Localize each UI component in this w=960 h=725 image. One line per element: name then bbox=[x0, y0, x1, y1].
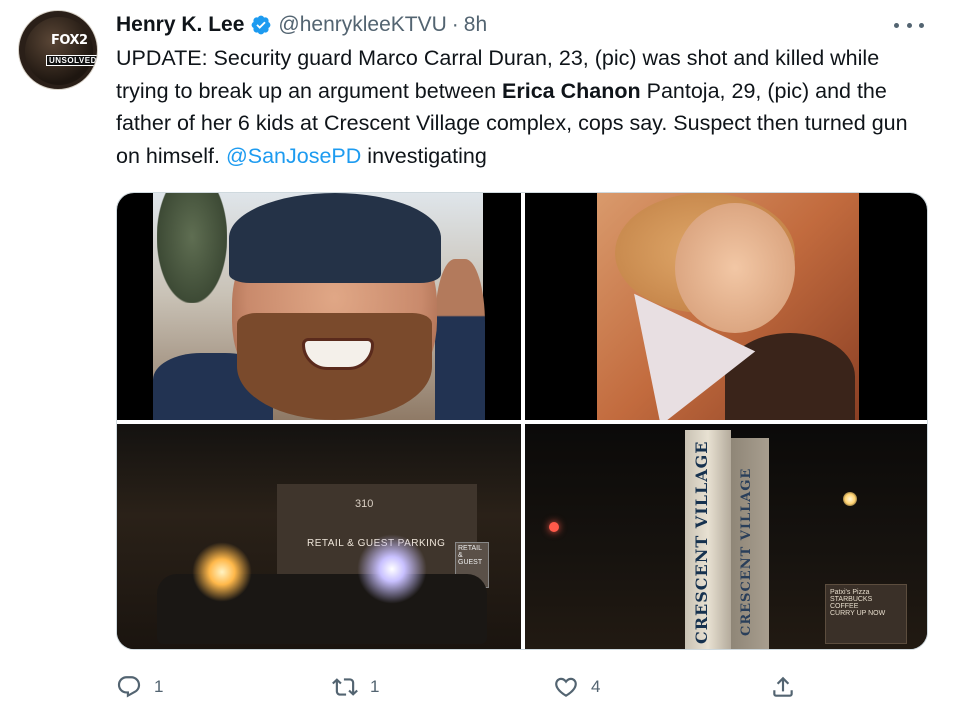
tweet-text-bold: Erica Chanon bbox=[502, 78, 641, 103]
verified-badge-icon bbox=[251, 15, 271, 35]
store-name: Patxi's Pizza bbox=[830, 589, 870, 596]
mention-link[interactable]: @SanJosePD bbox=[226, 144, 361, 168]
reply-count: 1 bbox=[154, 677, 164, 696]
tweet-text: UPDATE: Security guard Marco Carral Dura… bbox=[116, 42, 936, 172]
retweet-count: 1 bbox=[370, 677, 380, 696]
photo-woman-party-hat[interactable] bbox=[525, 193, 927, 420]
action-bar: 1 1 4 bbox=[116, 672, 816, 702]
tweet[interactable]: FOX2 UNSOLVED Henry K. Lee @henrykleeKTV… bbox=[0, 0, 960, 725]
retweet-icon bbox=[332, 678, 358, 696]
author-handle[interactable]: @henrykleeKTVU bbox=[278, 13, 446, 37]
tweet-header: Henry K. Lee @henrykleeKTVU · 8h bbox=[116, 10, 487, 40]
heart-icon bbox=[555, 677, 577, 697]
avatar-image bbox=[25, 17, 93, 85]
separator-dot: · bbox=[451, 13, 459, 36]
like-button[interactable]: 4 bbox=[553, 672, 600, 702]
store-sub1: STARBUCKS COFFEE bbox=[830, 596, 873, 610]
retweet-button[interactable]: 1 bbox=[332, 672, 379, 702]
reply-button[interactable]: 1 bbox=[116, 672, 163, 702]
building-number: 310 bbox=[355, 498, 374, 510]
tweet-text-part3: investigating bbox=[361, 143, 487, 168]
store-sub2: CURRY UP NOW bbox=[830, 610, 886, 617]
share-button[interactable] bbox=[770, 672, 808, 702]
red-light bbox=[549, 522, 559, 532]
tweet-timestamp[interactable]: 8h bbox=[464, 13, 487, 37]
street-lamp bbox=[843, 492, 857, 506]
photo-police-scene[interactable]: 310 RETAIL & GUEST PARKING RETAIL & GUES… bbox=[117, 424, 521, 649]
store-sign: Patxi's Pizza STARBUCKS COFFEE CURRY UP … bbox=[825, 584, 907, 644]
pillar-text: CRESCENT VILLAGE bbox=[692, 440, 711, 644]
reply-icon bbox=[117, 676, 141, 698]
avatar[interactable]: FOX2 UNSOLVED bbox=[18, 10, 98, 90]
pillar-side-text: CRESCENT VILLAGE bbox=[739, 467, 754, 636]
media-grid: 310 RETAIL & GUEST PARKING RETAIL & GUES… bbox=[116, 192, 928, 650]
more-options-icon[interactable] bbox=[894, 18, 924, 32]
like-count: 4 bbox=[591, 677, 601, 696]
avatar-logo-text: FOX2 bbox=[51, 33, 88, 48]
photo-crescent-village-sign[interactable]: CRESCENT VILLAGE CRESCENT VILLAGE Patxi'… bbox=[525, 424, 927, 649]
share-icon bbox=[773, 676, 793, 697]
photo-security-guard[interactable] bbox=[117, 193, 521, 420]
author-name[interactable]: Henry K. Lee bbox=[116, 13, 244, 37]
avatar-tag-text: UNSOLVED bbox=[46, 55, 97, 66]
